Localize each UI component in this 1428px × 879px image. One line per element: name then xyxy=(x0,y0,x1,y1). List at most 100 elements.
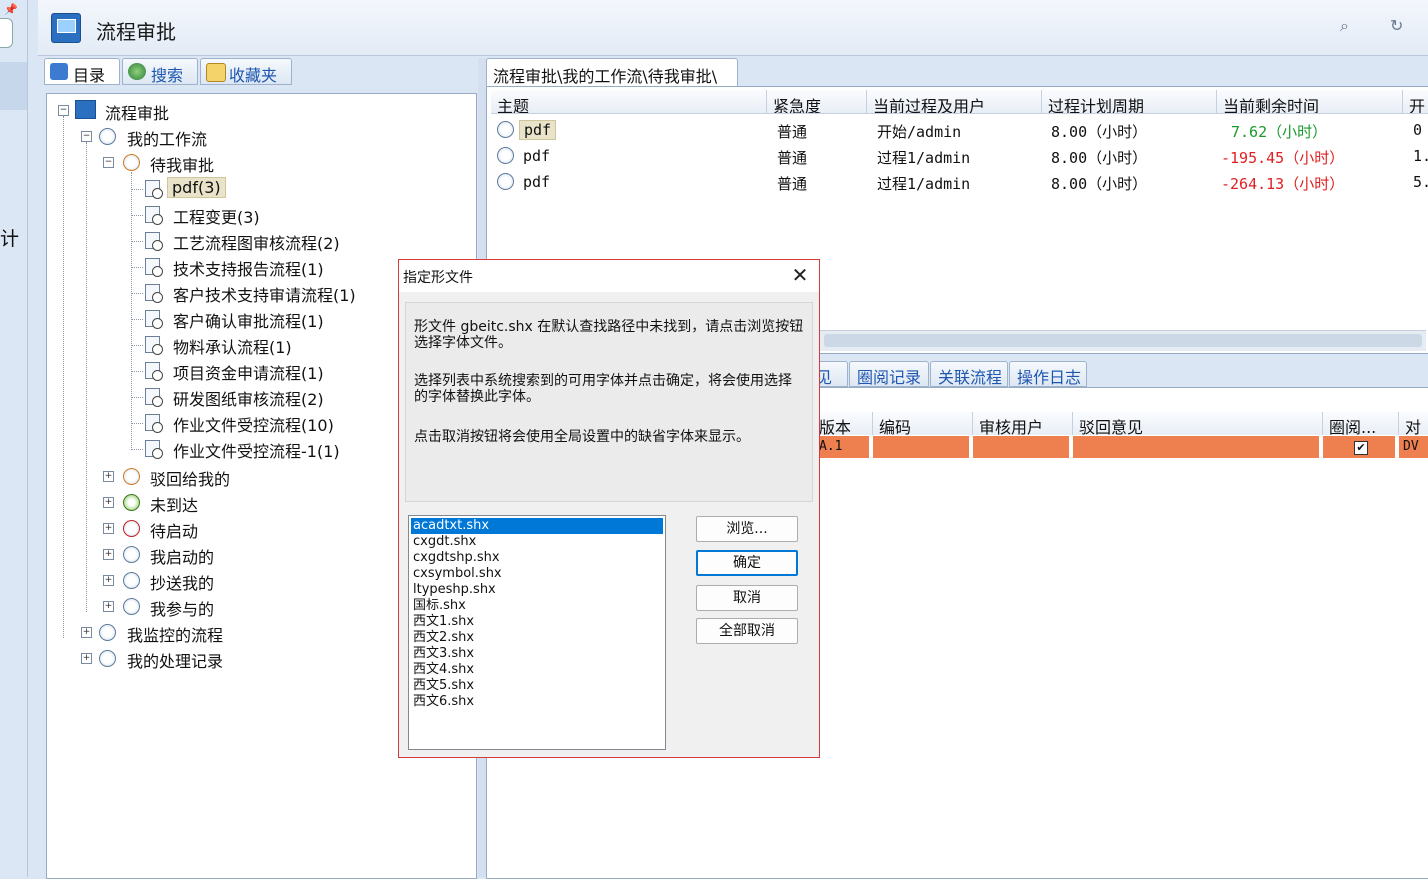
cell-subject[interactable]: pdf xyxy=(523,173,550,191)
breadcrumb-tab[interactable]: 流程审批\我的工作流\待我审批\ xyxy=(486,58,738,86)
dialog-titlebar[interactable]: 指定形文件 ✕ xyxy=(399,260,819,292)
collapse-handle[interactable] xyxy=(0,18,13,48)
list-item[interactable]: acadtxt.shx xyxy=(411,518,663,534)
table-row[interactable] xyxy=(1073,436,1319,458)
tree-item[interactable]: 物料承认流程(1) xyxy=(173,334,292,358)
tree-item[interactable]: 客户确认审批流程(1) xyxy=(173,308,324,332)
tree-monitored[interactable]: 我监控的流程 xyxy=(127,622,223,646)
col-header[interactable]: 当前剩余时间 xyxy=(1217,90,1403,114)
monitor-icon xyxy=(75,100,96,119)
expand-toggle[interactable]: + xyxy=(103,497,114,508)
list-item[interactable]: 西文5.shx xyxy=(411,678,663,694)
tree-to-start[interactable]: 待启动 xyxy=(150,518,198,542)
list-item[interactable]: cxgdt.shx xyxy=(411,534,663,550)
tree-my-workflow[interactable]: 我的工作流 xyxy=(127,126,207,150)
tab-favorites[interactable]: 收藏夹 xyxy=(200,58,292,85)
cell-subject[interactable]: pdf xyxy=(523,147,550,165)
tree-item[interactable]: 工程变更(3) xyxy=(173,204,260,228)
table-row[interactable] xyxy=(873,436,969,458)
review-checkbox[interactable]: ✔ xyxy=(1354,441,1368,455)
tree-item[interactable]: 项目资金申请流程(1) xyxy=(173,360,324,384)
list-item[interactable]: 西文3.shx xyxy=(411,646,663,662)
tree-item-pdf[interactable]: pdf(3) xyxy=(167,177,226,198)
form-icon xyxy=(145,180,163,199)
expand-toggle[interactable]: + xyxy=(103,601,114,612)
task-clock-icon xyxy=(497,147,514,164)
tree-item[interactable]: 研发图纸审核流程(2) xyxy=(173,386,324,410)
tree-item[interactable]: 客户技术支持审请流程(1) xyxy=(173,282,356,306)
scrollbar-thumb[interactable] xyxy=(824,334,1422,347)
tree-pending[interactable]: 待我审批 xyxy=(150,152,214,176)
horizontal-scrollbar[interactable] xyxy=(820,330,1426,351)
col-header[interactable]: 紧急度 xyxy=(767,90,867,114)
pin-icon[interactable]: 📌 xyxy=(4,3,18,16)
tree-rejected[interactable]: 驳回给我的 xyxy=(150,466,230,490)
list-item[interactable]: 西文1.shx xyxy=(411,614,663,630)
tree-records[interactable]: 我的处理记录 xyxy=(127,648,223,672)
tree-item[interactable]: 作业文件受控流程(10) xyxy=(173,412,334,436)
cell-urgency: 普通 xyxy=(777,175,808,193)
cell-subject[interactable]: pdf xyxy=(519,120,557,140)
col-header[interactable]: 版本 xyxy=(813,412,873,435)
expand-toggle[interactable]: + xyxy=(103,471,114,482)
list-item[interactable]: cxsymbol.shx xyxy=(411,566,663,582)
cancel-all-button[interactable]: 全部取消 xyxy=(696,618,798,644)
tree-not-arrived[interactable]: 未到达 xyxy=(150,492,198,516)
font-listbox[interactable]: acadtxt.shx cxgdt.shx cxgdtshp.shx cxsym… xyxy=(408,515,666,750)
tab-review-records[interactable]: 圈阅记录 xyxy=(849,361,929,387)
expand-toggle[interactable]: + xyxy=(81,653,92,664)
table-row[interactable] xyxy=(973,436,1069,458)
tab-operation-log[interactable]: 操作日志 xyxy=(1009,361,1087,387)
list-item[interactable]: 西文2.shx xyxy=(411,630,663,646)
refresh-icon[interactable]: ↻ xyxy=(1390,16,1403,35)
search-icon[interactable]: ⌕ xyxy=(1340,16,1349,36)
expand-toggle[interactable]: + xyxy=(81,627,92,638)
list-item[interactable]: 西文6.shx xyxy=(411,694,663,710)
rejected-clock-icon xyxy=(123,468,140,485)
tree-item[interactable]: 工艺流程图审核流程(2) xyxy=(173,230,340,254)
list-item[interactable]: cxgdtshp.shx xyxy=(411,550,663,566)
list-item[interactable]: 西文4.shx xyxy=(411,662,663,678)
tab-catalog[interactable]: 目录 xyxy=(44,58,120,85)
collapse-toggle[interactable]: − xyxy=(81,131,92,142)
col-header[interactable]: 当前过程及用户 xyxy=(867,90,1042,114)
list-item[interactable]: ltypeshp.shx xyxy=(411,582,663,598)
left-nav-block[interactable] xyxy=(0,62,27,110)
task-clock-icon xyxy=(497,173,514,190)
dialog-message: 形文件 gbeitc.shx 在默认查找路径中未找到，请点击浏览按钮选择字体文件… xyxy=(405,302,813,502)
expand-toggle[interactable]: + xyxy=(103,575,114,586)
col-header[interactable]: 圈阅... xyxy=(1323,412,1399,435)
ok-button[interactable]: 确定 xyxy=(696,550,798,576)
to-start-clock-icon xyxy=(123,520,140,537)
tree-root[interactable]: 流程审批 xyxy=(105,100,169,124)
close-icon[interactable]: ✕ xyxy=(787,262,813,288)
col-header[interactable]: 审核用户 xyxy=(973,412,1073,435)
col-header[interactable]: 过程计划周期 xyxy=(1042,90,1217,114)
collapse-toggle[interactable]: − xyxy=(103,157,114,168)
col-header[interactable]: 对 xyxy=(1399,412,1428,435)
cancel-button[interactable]: 取消 xyxy=(696,585,798,611)
tree-participated[interactable]: 我参与的 xyxy=(150,596,214,620)
list-item[interactable]: 国标.shx xyxy=(411,598,663,614)
cell-extra: 1. xyxy=(1413,147,1428,165)
col-header[interactable]: 开 xyxy=(1403,90,1428,114)
tree-item[interactable]: 技术支持报告流程(1) xyxy=(173,256,324,280)
col-header[interactable]: 编码 xyxy=(873,412,973,435)
monitor-clock-icon xyxy=(99,624,116,641)
tab-related-flows[interactable]: 关联流程 xyxy=(930,361,1008,387)
tree-item[interactable]: 作业文件受控流程-1(1) xyxy=(173,438,340,462)
collapse-toggle[interactable]: − xyxy=(58,105,69,116)
expand-toggle[interactable]: + xyxy=(103,523,114,534)
started-clock-icon xyxy=(123,546,140,563)
browse-button[interactable]: 浏览... xyxy=(696,516,798,542)
tree-started-by-me[interactable]: 我启动的 xyxy=(150,544,214,568)
expand-toggle[interactable]: + xyxy=(103,549,114,560)
col-header[interactable]: 驳回意见 xyxy=(1073,412,1323,435)
folder-star-icon xyxy=(206,63,226,82)
tree-cc-me[interactable]: 抄送我的 xyxy=(150,570,214,594)
form-icon xyxy=(145,336,163,355)
form-icon xyxy=(145,206,163,225)
tab-label: 目录 xyxy=(73,66,106,85)
tab-search[interactable]: 搜索 xyxy=(122,58,198,85)
col-header[interactable]: 主题 xyxy=(491,90,767,114)
